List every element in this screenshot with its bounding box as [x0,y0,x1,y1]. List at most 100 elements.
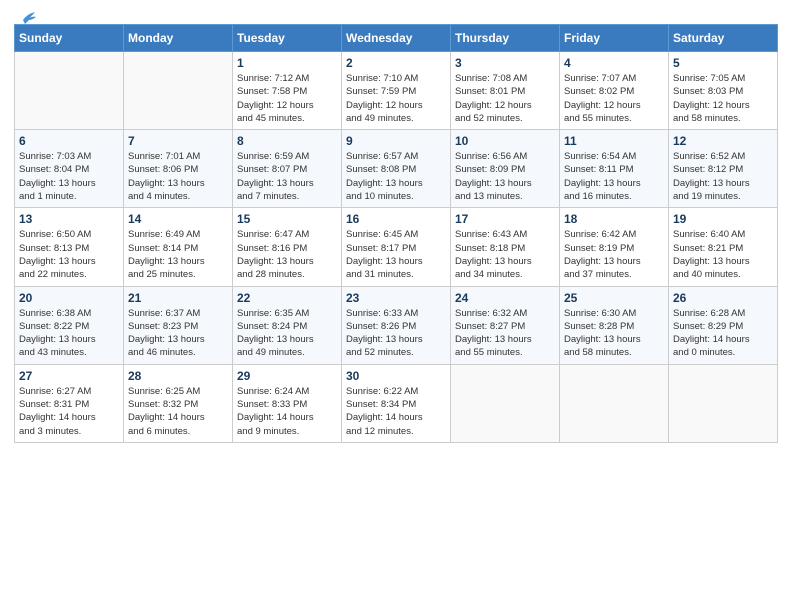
day-info: Sunrise: 6:30 AM Sunset: 8:28 PM Dayligh… [564,307,664,360]
day-info: Sunrise: 7:01 AM Sunset: 8:06 PM Dayligh… [128,150,228,203]
day-number: 23 [346,291,446,305]
calendar-cell: 29Sunrise: 6:24 AM Sunset: 8:33 PM Dayli… [233,364,342,442]
day-number: 24 [455,291,555,305]
page: SundayMondayTuesdayWednesdayThursdayFrid… [0,0,792,612]
calendar-cell: 1 Sunrise: 7:12 AM Sunset: 7:58 PM Daylig… [233,52,342,130]
calendar-cell: 26 Sunrise: 6:28 AM Sunset: 8:29 PM Dayli… [669,286,778,364]
days-header-row: SundayMondayTuesdayWednesdayThursdayFrid… [15,25,778,52]
day-number: 22 [237,291,337,305]
calendar-cell: 8 Sunrise: 6:59 AM Sunset: 8:07 PM Daylig… [233,130,342,208]
day-info: Sunrise: 7:08 AM Sunset: 8:01 PM Dayligh… [455,72,555,125]
day-info: Sunrise: 6:33 AM Sunset: 8:26 PM Dayligh… [346,307,446,360]
day-info: Sunrise: 6:49 AM Sunset: 8:14 PM Dayligh… [128,228,228,281]
day-info: Sunrise: 6:28 AM Sunset: 8:29 PM Dayligh… [673,307,773,360]
calendar-cell [451,364,560,442]
day-number: 3 [455,56,555,70]
day-header-tuesday: Tuesday [233,25,342,52]
calendar-wrap: SundayMondayTuesdayWednesdayThursdayFrid… [0,18,792,453]
calendar-cell: 6Sunrise: 7:03 AM Sunset: 8:04 PM Daylig… [15,130,124,208]
day-number: 28 [128,369,228,383]
day-info: Sunrise: 7:12 AM Sunset: 7:58 PM Dayligh… [237,72,337,125]
day-info: Sunrise: 7:03 AM Sunset: 8:04 PM Dayligh… [19,150,119,203]
day-info: Sunrise: 7:05 AM Sunset: 8:03 PM Dayligh… [673,72,773,125]
day-info: Sunrise: 7:10 AM Sunset: 7:59 PM Dayligh… [346,72,446,125]
week-row-2: 13 Sunrise: 6:50 AM Sunset: 8:13 PM Dayli… [15,208,778,286]
calendar-cell: 17 Sunrise: 6:43 AM Sunset: 8:18 PM Dayli… [451,208,560,286]
day-info: Sunrise: 6:54 AM Sunset: 8:11 PM Dayligh… [564,150,664,203]
day-info: Sunrise: 6:37 AM Sunset: 8:23 PM Dayligh… [128,307,228,360]
day-number: 1 [237,56,337,70]
calendar-cell: 15 Sunrise: 6:47 AM Sunset: 8:16 PM Dayli… [233,208,342,286]
day-header-wednesday: Wednesday [342,25,451,52]
calendar-cell: 21 Sunrise: 6:37 AM Sunset: 8:23 PM Dayli… [124,286,233,364]
calendar-cell: 24 Sunrise: 6:32 AM Sunset: 8:27 PM Dayli… [451,286,560,364]
calendar-cell [669,364,778,442]
day-number: 27 [19,369,119,383]
day-number: 9 [346,134,446,148]
calendar-header: SundayMondayTuesdayWednesdayThursdayFrid… [15,25,778,52]
calendar-body: 1 Sunrise: 7:12 AM Sunset: 7:58 PM Daylig… [15,52,778,443]
calendar-cell: 25 Sunrise: 6:30 AM Sunset: 8:28 PM Dayli… [560,286,669,364]
day-number: 14 [128,212,228,226]
calendar-cell [15,52,124,130]
day-info: Sunrise: 6:59 AM Sunset: 8:07 PM Dayligh… [237,150,337,203]
day-info: Sunrise: 7:07 AM Sunset: 8:02 PM Dayligh… [564,72,664,125]
calendar-cell: 13 Sunrise: 6:50 AM Sunset: 8:13 PM Dayli… [15,208,124,286]
day-number: 4 [564,56,664,70]
day-info: Sunrise: 6:47 AM Sunset: 8:16 PM Dayligh… [237,228,337,281]
calendar-cell: 10Sunrise: 6:56 AM Sunset: 8:09 PM Dayli… [451,130,560,208]
calendar-cell: 16Sunrise: 6:45 AM Sunset: 8:17 PM Dayli… [342,208,451,286]
calendar-cell: 4 Sunrise: 7:07 AM Sunset: 8:02 PM Daylig… [560,52,669,130]
day-number: 11 [564,134,664,148]
day-info: Sunrise: 6:38 AM Sunset: 8:22 PM Dayligh… [19,307,119,360]
calendar-cell: 2Sunrise: 7:10 AM Sunset: 7:59 PM Daylig… [342,52,451,130]
day-header-monday: Monday [124,25,233,52]
day-info: Sunrise: 6:24 AM Sunset: 8:33 PM Dayligh… [237,385,337,438]
day-header-thursday: Thursday [451,25,560,52]
day-number: 5 [673,56,773,70]
day-number: 15 [237,212,337,226]
calendar-cell: 11 Sunrise: 6:54 AM Sunset: 8:11 PM Dayli… [560,130,669,208]
day-number: 17 [455,212,555,226]
day-info: Sunrise: 6:50 AM Sunset: 8:13 PM Dayligh… [19,228,119,281]
day-number: 26 [673,291,773,305]
calendar-cell: 3 Sunrise: 7:08 AM Sunset: 8:01 PM Daylig… [451,52,560,130]
calendar-cell: 20 Sunrise: 6:38 AM Sunset: 8:22 PM Dayli… [15,286,124,364]
day-info: Sunrise: 6:42 AM Sunset: 8:19 PM Dayligh… [564,228,664,281]
day-number: 13 [19,212,119,226]
calendar-cell: 30Sunrise: 6:22 AM Sunset: 8:34 PM Dayli… [342,364,451,442]
day-info: Sunrise: 6:22 AM Sunset: 8:34 PM Dayligh… [346,385,446,438]
calendar-cell [560,364,669,442]
day-number: 18 [564,212,664,226]
week-row-1: 6Sunrise: 7:03 AM Sunset: 8:04 PM Daylig… [15,130,778,208]
calendar-cell: 22 Sunrise: 6:35 AM Sunset: 8:24 PM Dayli… [233,286,342,364]
day-number: 7 [128,134,228,148]
calendar-table: SundayMondayTuesdayWednesdayThursdayFrid… [14,24,778,443]
day-number: 8 [237,134,337,148]
day-info: Sunrise: 6:27 AM Sunset: 8:31 PM Dayligh… [19,385,119,438]
day-number: 25 [564,291,664,305]
day-info: Sunrise: 6:45 AM Sunset: 8:17 PM Dayligh… [346,228,446,281]
calendar-cell: 19Sunrise: 6:40 AM Sunset: 8:21 PM Dayli… [669,208,778,286]
calendar-cell [124,52,233,130]
day-number: 21 [128,291,228,305]
week-row-3: 20 Sunrise: 6:38 AM Sunset: 8:22 PM Dayli… [15,286,778,364]
day-info: Sunrise: 6:43 AM Sunset: 8:18 PM Dayligh… [455,228,555,281]
calendar-cell: 28 Sunrise: 6:25 AM Sunset: 8:32 PM Dayli… [124,364,233,442]
day-info: Sunrise: 6:35 AM Sunset: 8:24 PM Dayligh… [237,307,337,360]
day-info: Sunrise: 6:25 AM Sunset: 8:32 PM Dayligh… [128,385,228,438]
calendar-cell: 23 Sunrise: 6:33 AM Sunset: 8:26 PM Dayli… [342,286,451,364]
calendar-cell: 5 Sunrise: 7:05 AM Sunset: 8:03 PM Daylig… [669,52,778,130]
day-number: 19 [673,212,773,226]
calendar-cell: 27 Sunrise: 6:27 AM Sunset: 8:31 PM Dayli… [15,364,124,442]
day-info: Sunrise: 6:57 AM Sunset: 8:08 PM Dayligh… [346,150,446,203]
calendar-cell: 18 Sunrise: 6:42 AM Sunset: 8:19 PM Dayli… [560,208,669,286]
week-row-0: 1 Sunrise: 7:12 AM Sunset: 7:58 PM Daylig… [15,52,778,130]
day-number: 12 [673,134,773,148]
day-number: 20 [19,291,119,305]
week-row-4: 27 Sunrise: 6:27 AM Sunset: 8:31 PM Dayli… [15,364,778,442]
logo-bird-icon [21,12,37,24]
day-info: Sunrise: 6:32 AM Sunset: 8:27 PM Dayligh… [455,307,555,360]
calendar-cell: 12Sunrise: 6:52 AM Sunset: 8:12 PM Dayli… [669,130,778,208]
calendar-cell: 9 Sunrise: 6:57 AM Sunset: 8:08 PM Daylig… [342,130,451,208]
